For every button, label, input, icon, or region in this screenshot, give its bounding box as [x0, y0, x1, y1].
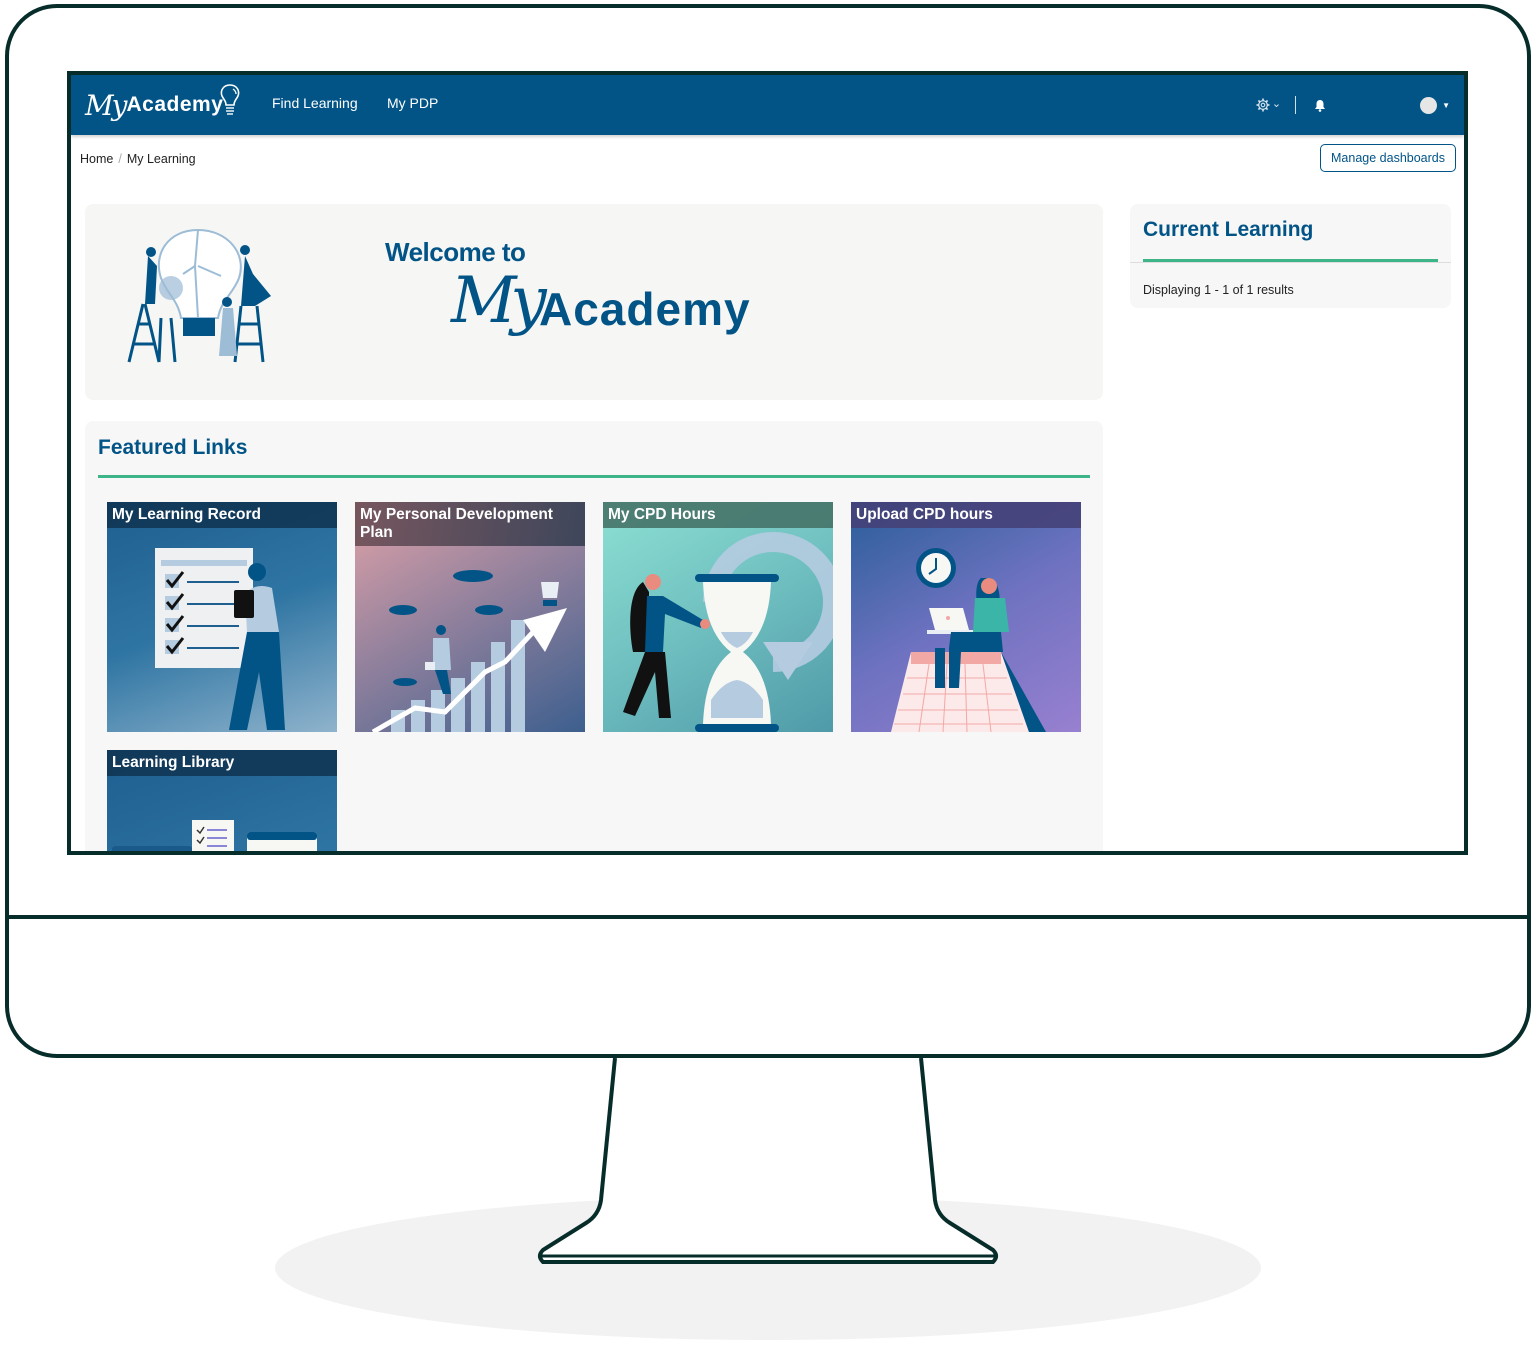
featured-links-panel: Featured Links My Learning Record My Per…: [85, 421, 1103, 851]
tile-my-learning-record[interactable]: My Learning Record: [107, 502, 337, 732]
breadcrumb-home[interactable]: Home: [80, 152, 113, 166]
current-learning-panel: Current Learning Displaying 1 - 1 of 1 r…: [1130, 204, 1451, 308]
results-count: Displaying 1 - 1 of 1 results: [1143, 283, 1294, 297]
top-navbar: My Academy Find Learning My PDP ⌄ ▼: [71, 75, 1464, 135]
checklist-illustration: [155, 548, 285, 730]
welcome-logo-academy: Academy: [539, 283, 751, 335]
brand-logo[interactable]: My Academy: [85, 83, 241, 127]
tile-upload-cpd-hours[interactable]: Upload CPD hours: [851, 502, 1081, 732]
brand-academy-text: Academy: [126, 93, 224, 116]
tile-label: My Learning Record: [107, 502, 337, 528]
monitor-stand: [538, 1057, 998, 1264]
manage-dashboards-button[interactable]: Manage dashboards: [1320, 144, 1456, 172]
featured-links-underline: [98, 475, 1090, 478]
breadcrumb-separator: /: [118, 152, 122, 166]
current-learning-underline: [1143, 259, 1438, 262]
featured-links-title: Featured Links: [98, 436, 248, 459]
tile-learning-library[interactable]: Learning Library: [107, 750, 337, 851]
tile-label: Upload CPD hours: [851, 502, 1081, 528]
chevron-down-icon: ⌄: [1271, 97, 1282, 110]
breadcrumb-current: My Learning: [126, 152, 196, 166]
tile-label: My Personal Development Plan: [355, 502, 585, 546]
tile-my-cpd-hours[interactable]: My CPD Hours: [603, 502, 833, 732]
brand-my-text: My: [85, 88, 127, 122]
browser-screen: My Academy Find Learning My PDP ⌄ ▼ Home…: [71, 75, 1464, 851]
breadcrumb: Home / My Learning: [80, 152, 196, 166]
welcome-banner: Welcome to My Academy: [85, 204, 1103, 400]
current-learning-title: Current Learning: [1143, 218, 1314, 241]
navbar-divider: [1295, 96, 1297, 114]
bell-icon[interactable]: [1314, 99, 1326, 112]
user-menu-caret-icon[interactable]: ▼: [1442, 101, 1450, 110]
laptop-calendar-illustration: [891, 548, 1046, 732]
navbar-user-area: ⌄ ▼: [1256, 92, 1450, 118]
welcome-logo-my: My: [451, 264, 547, 338]
tile-label: Learning Library: [107, 750, 337, 776]
tile-my-personal-development-plan[interactable]: My Personal Development Plan: [355, 502, 585, 732]
panel-divider: [1130, 262, 1451, 263]
avatar[interactable]: [1420, 96, 1438, 114]
hourglass-illustration: [623, 532, 833, 732]
lightbulb-puzzle-illustration: [127, 228, 271, 363]
settings-menu[interactable]: ⌄: [1256, 98, 1281, 112]
nav-my-pdp[interactable]: My PDP: [387, 95, 438, 111]
tile-label: My CPD Hours: [603, 502, 833, 528]
nav-find-learning[interactable]: Find Learning: [272, 95, 358, 111]
lightbulb-icon: [221, 84, 240, 115]
gear-icon: [1256, 98, 1270, 112]
